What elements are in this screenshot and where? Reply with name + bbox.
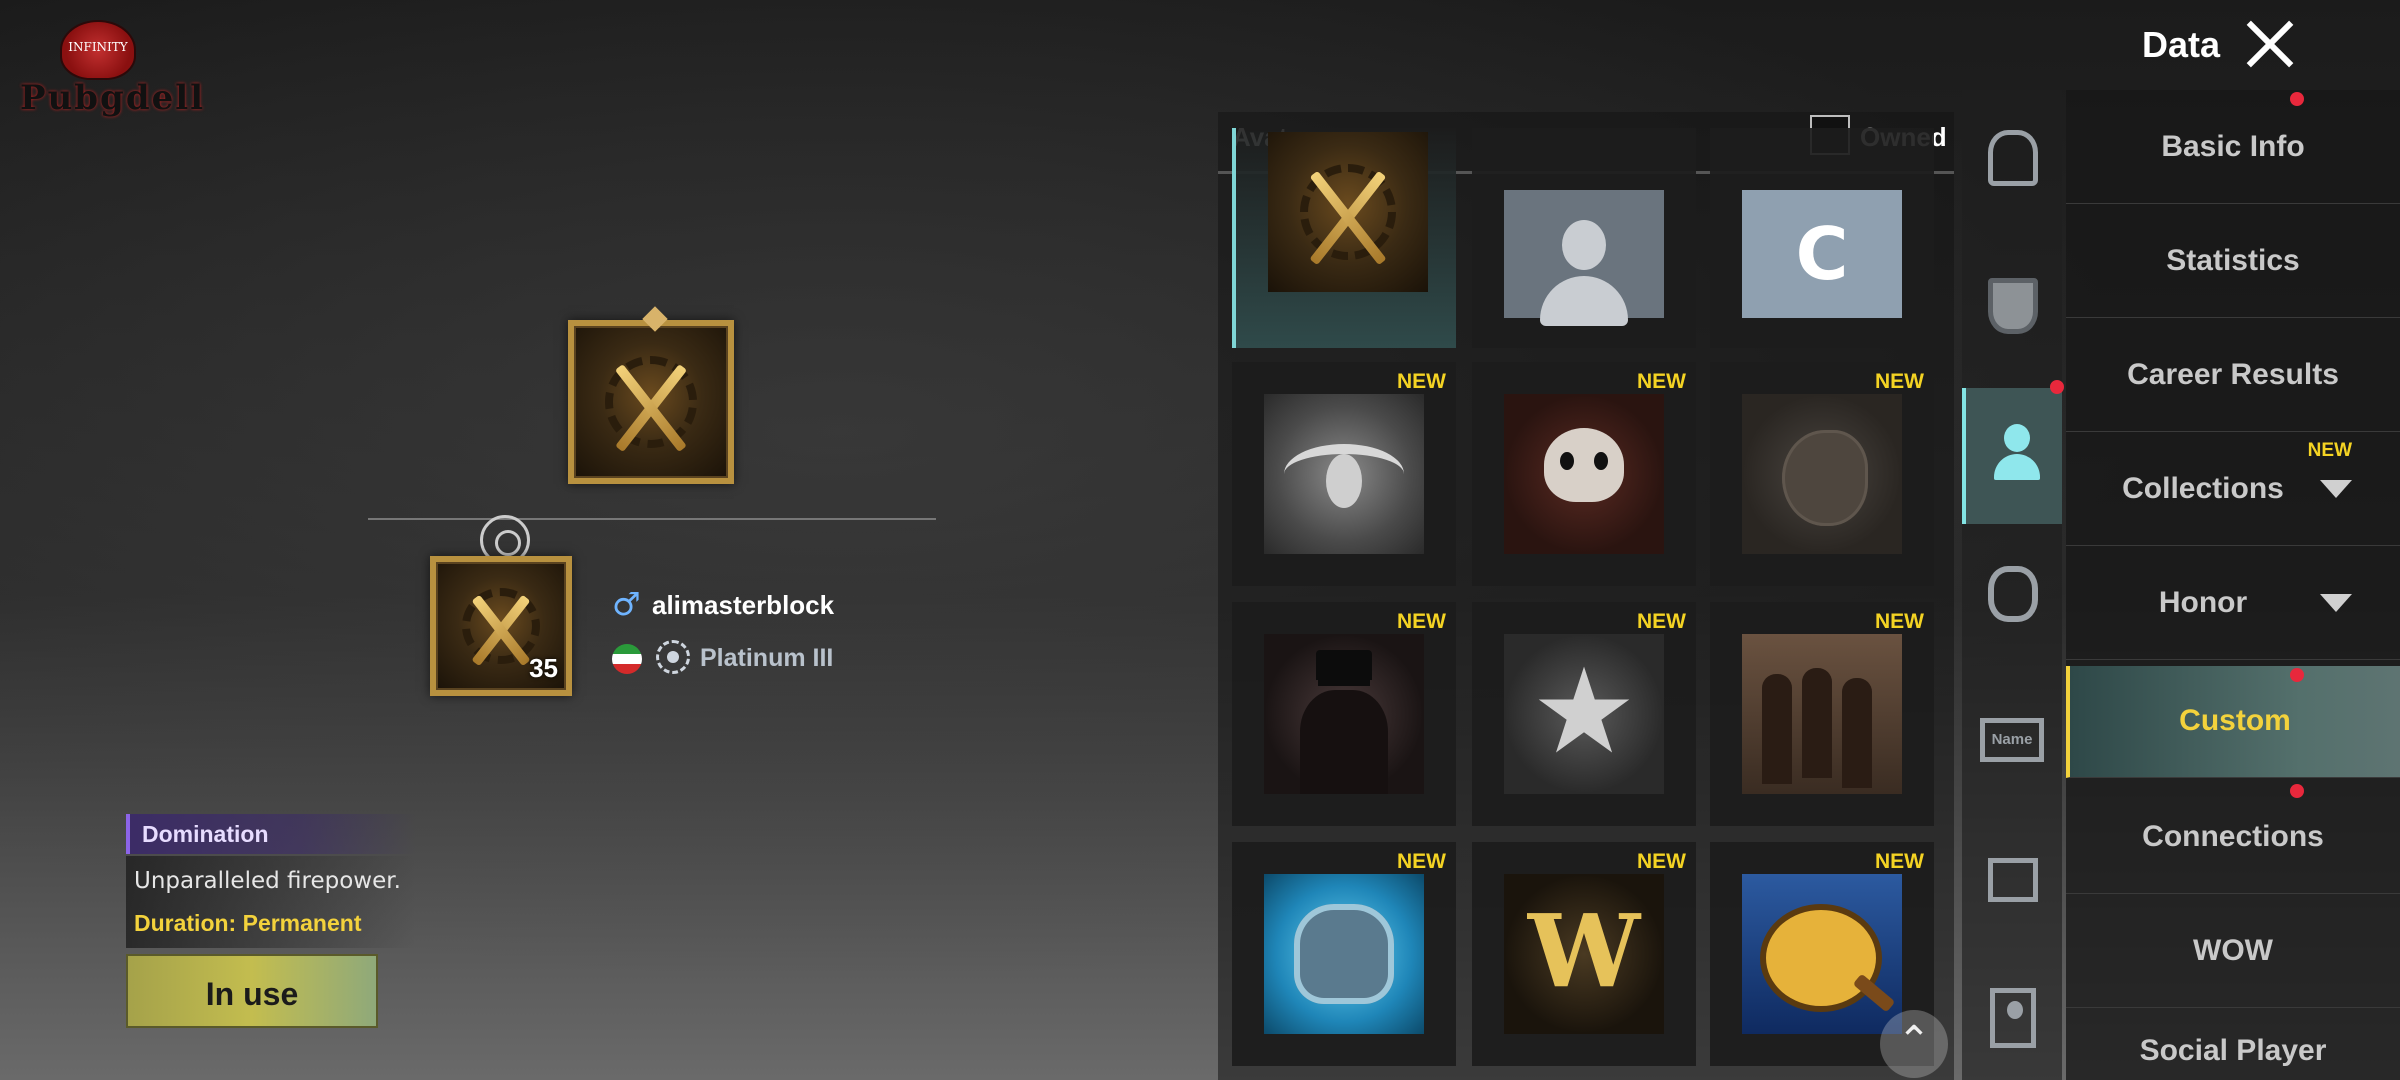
helmet-icon [1264,874,1424,1034]
avatar-tile-helmet[interactable]: NEW [1232,842,1456,1066]
nameplate-icon: Name [1980,718,2044,762]
in-use-button[interactable]: In use [126,954,378,1028]
notification-dot [2290,92,2304,106]
nameplate-tab[interactable]: Name [1962,680,2062,800]
item-name: Domination [142,821,269,847]
notification-dot [2050,380,2064,394]
new-badge: NEW [1397,610,1446,633]
notification-dot [2290,668,2304,682]
rank-label: Platinum III [700,644,834,672]
avatar-preview-small: 35 [430,556,572,696]
logo-word: Pubgdell [20,78,206,118]
preview-divider [368,518,936,520]
new-badge: NEW [1637,370,1686,393]
chicken-icon [1742,394,1902,554]
w-emblem-icon: W [1504,874,1664,1034]
chevron-up-icon: ⌃ [1897,1018,1931,1064]
shield-icon [1988,278,2038,334]
avatar-tile-w-emblem[interactable]: NEW W [1472,842,1696,1066]
menu-social-player[interactable]: Social Player [2066,994,2400,1080]
folder-tab[interactable] [1962,820,2062,940]
frame-tab[interactable] [1962,100,2062,220]
item-duration: Duration: Permanent [134,910,362,936]
squad-icon [1742,634,1902,794]
avatar-tile-skull[interactable]: NEW [1472,362,1696,586]
default-person-icon [1504,190,1664,326]
avatar-tile-star[interactable]: NEW ★ [1472,602,1696,826]
male-icon: ♂ [612,585,641,623]
new-badge: NEW [1397,370,1446,393]
frame-icon [1988,130,2038,186]
new-badge: NEW [2307,440,2352,461]
flag-icon [612,644,642,674]
menu-collections[interactable]: NEW Collections [2066,434,2400,546]
crossed-rifles-icon [1268,132,1428,292]
menu-connections[interactable]: Connections [2066,782,2400,894]
crossed-rifles-icon [592,344,710,460]
shield-tab[interactable] [1962,248,2062,368]
menu-honor[interactable]: Honor [2066,548,2400,660]
watermark-logo: INFINITY Pubgdell [20,20,206,120]
avatar-tile-wings[interactable]: NEW [1232,362,1456,586]
logo-seal: INFINITY [60,20,136,80]
avatar-tile-gunman[interactable]: NEW [1232,602,1456,826]
item-description: Unparalleled firepower. [134,868,401,894]
emblem-tab[interactable] [1962,536,2062,656]
avatar-tile-chicken[interactable]: NEW [1710,362,1934,586]
new-badge: NEW [1637,850,1686,873]
w-letter: W [1527,892,1641,1010]
new-badge: NEW [1397,850,1446,873]
emblem-icon [1988,566,2038,622]
menu-career-results[interactable]: Career Results [2066,320,2400,432]
frame-diamond-icon [642,306,668,332]
avatar-tile-letter-c[interactable]: C [1710,128,1934,348]
avatar-tile-default[interactable] [1472,128,1696,348]
close-icon[interactable] [2240,14,2300,74]
menu-custom[interactable]: Custom [2066,666,2400,778]
chevron-down-icon [2320,594,2352,612]
page-title: Data [2142,24,2221,65]
star-medal-icon: ★ [1504,634,1664,794]
item-name-banner: Domination [126,814,416,854]
in-use-label: In use [205,976,299,1012]
gunman-icon [1264,634,1424,794]
silver-wings-icon [1264,394,1424,554]
avatar-tile-squad[interactable]: NEW [1710,602,1934,826]
skull-icon [1504,394,1664,554]
new-badge: NEW [1875,610,1924,633]
menu-statistics[interactable]: Statistics [2066,206,2400,318]
new-badge: NEW [1637,610,1686,633]
avatar-tab[interactable] [1962,388,2062,524]
new-badge: NEW [1875,370,1924,393]
player-name: alimasterblock [652,590,835,620]
folder-icon [1988,858,2038,902]
avatar-tile-crossed-rifles[interactable] [1232,128,1456,348]
scroll-to-top-button[interactable]: ⌃ [1880,1010,1948,1078]
menu-basic-info[interactable]: Basic Info [2066,92,2400,204]
frying-pan-icon [1742,874,1902,1034]
new-badge: NEW [1875,850,1924,873]
id-card-icon [1990,988,2036,1048]
chevron-down-icon [2320,480,2352,498]
player-level: 35 [529,653,558,683]
person-icon [1992,424,2042,480]
rank-icon [656,640,690,674]
notification-dot [2290,784,2304,798]
card-tab[interactable] [1962,960,2062,1080]
letter-c-icon: C [1742,190,1902,318]
avatar-preview-large [568,306,734,484]
menu-wow[interactable]: WOW [2066,896,2400,1008]
letter-c: C [1795,212,1849,296]
